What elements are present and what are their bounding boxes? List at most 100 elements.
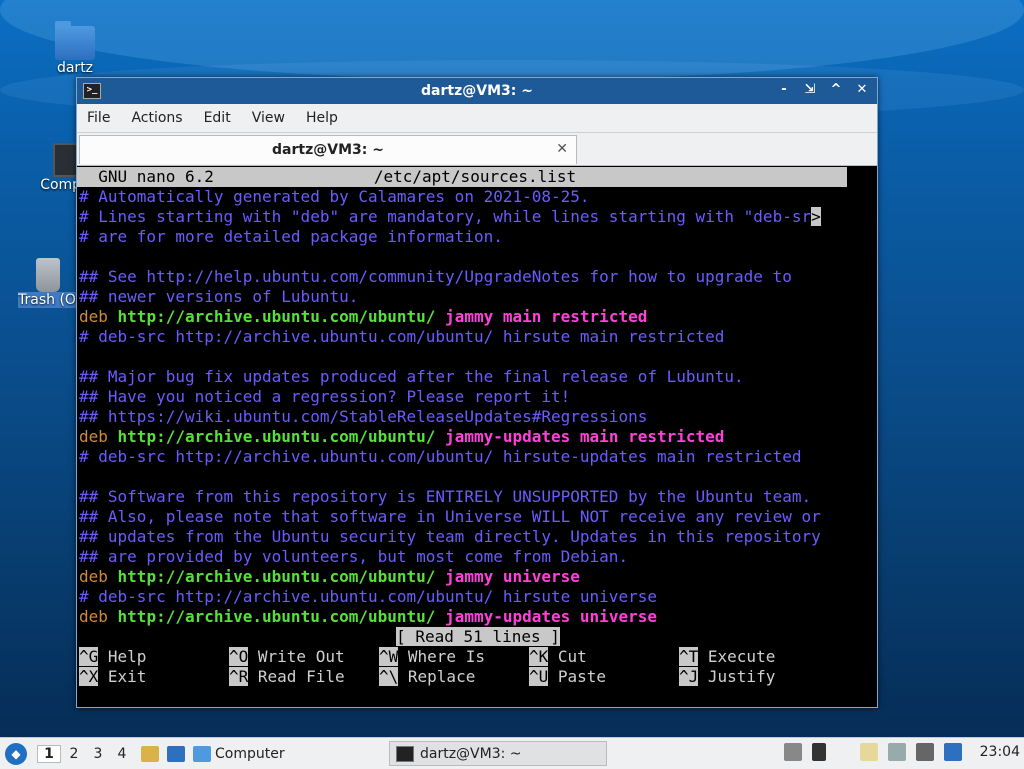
repo-components: jammy main restricted [435, 307, 648, 326]
menu-actions[interactable]: Actions [131, 110, 182, 126]
shortcut-item[interactable]: ^O Write Out [229, 647, 379, 667]
workspace-1[interactable]: 1 [37, 744, 61, 763]
computer-launcher-label: Computer [215, 745, 285, 762]
file-line [77, 247, 877, 267]
nano-status: [ Read 51 lines ] [77, 627, 877, 647]
menu-view[interactable]: View [252, 110, 285, 126]
shortcut-label: Help [98, 647, 147, 666]
shortcut-row: ^G Help ^O Write Out ^W Where Is ^K Cut ^T E… [77, 647, 877, 667]
maximize-button[interactable]: ^ [829, 82, 843, 98]
clipboard-icon[interactable] [859, 743, 878, 761]
folder-icon [193, 745, 211, 762]
desktop-icon-home[interactable]: dartz [40, 21, 110, 76]
tab-label: dartz@VM3: ~ [272, 142, 384, 158]
shortcut-key: ^W [379, 647, 399, 666]
workspace-2[interactable]: 2 [63, 746, 85, 762]
taskbar: ◆ 1 2 3 4 Computer dartz@VM3: ~ 23:04 [0, 737, 1024, 769]
restore-button[interactable]: ⇲ [803, 82, 817, 98]
file-line: deb http://archive.ubuntu.com/ubuntu/ ja… [77, 567, 877, 587]
shortcut-item[interactable]: ^X Exit [79, 667, 229, 687]
file-line: deb http://archive.ubuntu.com/ubuntu/ ja… [77, 607, 877, 627]
file-line: # are for more detailed package informat… [77, 227, 877, 247]
shortcut-item[interactable]: ^W Where Is [379, 647, 529, 667]
file-line: ## newer versions of Lubuntu. [77, 287, 877, 307]
taskbar-task-terminal[interactable]: dartz@VM3: ~ [389, 741, 607, 766]
deb-keyword: deb [79, 607, 108, 626]
file-line: deb http://archive.ubuntu.com/ubuntu/ ja… [77, 307, 877, 327]
shortcut-item[interactable]: ^R Read File [229, 667, 379, 687]
file-line: # deb-src http://archive.ubuntu.com/ubun… [77, 447, 877, 467]
update-notifier-icon[interactable] [943, 743, 962, 761]
show-desktop-icon[interactable] [167, 745, 185, 762]
menu-file[interactable]: File [87, 110, 110, 126]
shortcut-item[interactable]: ^J Justify [679, 667, 829, 687]
shortcut-label: Read File [248, 667, 345, 686]
file-line [77, 347, 877, 367]
shortcut-label: Replace [398, 667, 476, 686]
clock[interactable]: 23:04 [980, 744, 1020, 760]
shortcut-item[interactable]: ^U Paste [529, 667, 679, 687]
file-line: ## https://wiki.ubuntu.com/StableRelease… [77, 407, 877, 427]
terminal-window[interactable]: >_ dartz@VM3: ~ - ⇲ ^ ✕ File Actions Edi… [76, 77, 878, 708]
menu-bar: File Actions Edit View Help [77, 104, 877, 133]
shortcut-key: ^G [79, 647, 99, 666]
start-menu-icon[interactable]: ◆ [5, 742, 27, 765]
shortcut-item[interactable]: ^\ Replace [379, 667, 529, 687]
volume-icon[interactable] [811, 743, 826, 761]
shortcut-label: Write Out [248, 647, 345, 666]
computer-launcher[interactable]: Computer [193, 745, 285, 762]
repo-url: http://archive.ubuntu.com/ubuntu/ [107, 607, 436, 626]
comment-text: ## are provided by volunteers, but most … [79, 547, 629, 566]
shortcut-key: ^K [529, 647, 549, 666]
menu-edit[interactable]: Edit [204, 110, 231, 126]
comment-text: ## Software from this repository is ENTI… [79, 487, 812, 506]
workspace-3[interactable]: 3 [87, 746, 109, 762]
desktop-icon-label: dartz [56, 60, 94, 76]
repo-components: jammy-updates universe [435, 607, 657, 626]
trash-icon [36, 258, 60, 292]
shortcut-key: ^U [529, 667, 549, 686]
deb-keyword: deb [79, 427, 108, 446]
tab-terminal[interactable]: dartz@VM3: ~ ✕ [79, 135, 577, 164]
home-folder-icon [55, 21, 95, 60]
comment-text: ## https://wiki.ubuntu.com/StableRelease… [79, 407, 648, 426]
tab-close-icon[interactable]: ✕ [556, 141, 568, 157]
comment-text: # Automatically generated by Calamares o… [79, 187, 590, 206]
comment-text: # are for more detailed package informat… [79, 227, 503, 246]
file-manager-icon[interactable] [141, 745, 159, 762]
comment-text: ## newer versions of Lubuntu. [79, 287, 359, 306]
menu-help[interactable]: Help [306, 110, 338, 126]
workspace-4[interactable]: 4 [111, 746, 133, 762]
shortcut-item[interactable]: ^T Execute [679, 647, 829, 667]
file-line: # deb-src http://archive.ubuntu.com/ubun… [77, 327, 877, 347]
shortcut-label: Execute [698, 647, 776, 666]
shortcut-key: ^R [229, 667, 249, 686]
minimize-button[interactable]: - [777, 82, 791, 98]
file-line: ## See http://help.ubuntu.com/community/… [77, 267, 877, 287]
network-icon[interactable] [783, 743, 802, 761]
comment-text: # deb-src http://archive.ubuntu.com/ubun… [79, 447, 802, 466]
shortcut-label: Paste [548, 667, 607, 686]
deb-keyword: deb [79, 567, 108, 586]
desktop-icon-trash[interactable]: Trash (Oth [18, 258, 78, 308]
close-button[interactable]: ✕ [855, 82, 869, 98]
comment-text: ## updates from the Ubuntu security team… [79, 527, 821, 546]
shortcut-item[interactable]: ^K Cut [529, 647, 679, 667]
terminal-content[interactable]: GNU nano 6.2/etc/apt/sources.list # Auto… [77, 167, 877, 707]
shortcut-item[interactable]: ^G Help [79, 647, 229, 667]
file-line: # deb-src http://archive.ubuntu.com/ubun… [77, 587, 877, 607]
repo-components: jammy-updates main restricted [435, 427, 725, 446]
battery-icon[interactable] [887, 743, 906, 761]
window-title: dartz@VM3: ~ [421, 83, 533, 99]
file-line: # Lines starting with "deb" are mandator… [77, 207, 877, 227]
deb-keyword: deb [79, 307, 108, 326]
repo-components: jammy universe [435, 567, 580, 586]
task-label: dartz@VM3: ~ [420, 745, 522, 762]
line-truncated-marker: > [811, 207, 821, 226]
desktop-icon-label: Trash (Oth [18, 292, 78, 308]
shortcut-label: Exit [98, 667, 147, 686]
file-line: ## Have you noticed a regression? Please… [77, 387, 877, 407]
window-titlebar[interactable]: >_ dartz@VM3: ~ - ⇲ ^ ✕ [77, 78, 877, 104]
file-line [77, 467, 877, 487]
display-icon[interactable] [915, 743, 934, 761]
